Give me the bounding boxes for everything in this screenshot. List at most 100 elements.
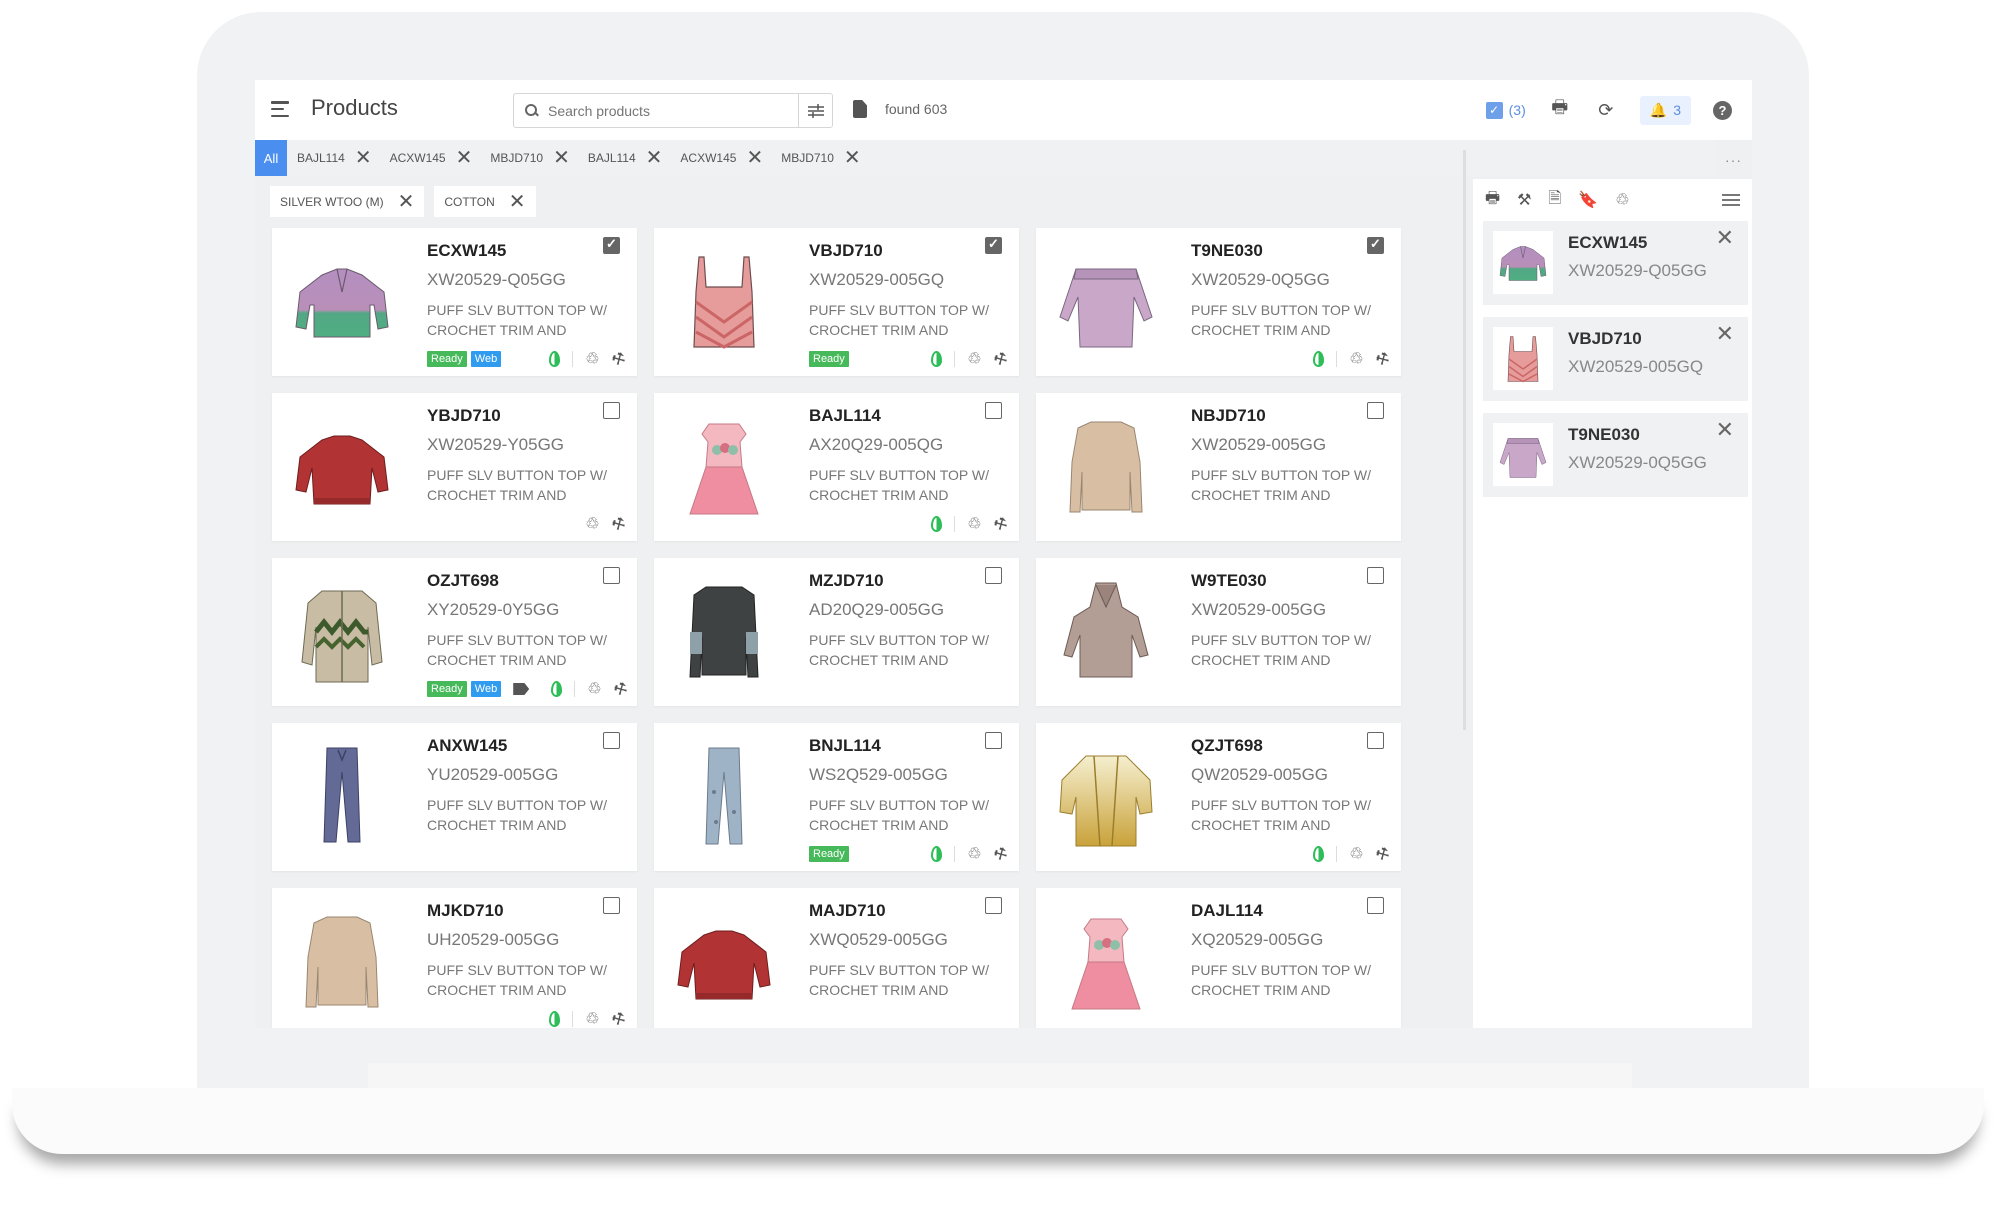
filter-tab[interactable]: ACXW145 ✕: [390, 148, 473, 168]
search-input[interactable]: [548, 102, 788, 119]
sustainable-leaf-icon[interactable]: [1313, 351, 1325, 367]
product-card[interactable]: OZJT698 XY20529-0Y5GG PUFF SLV BUTTON TO…: [272, 558, 637, 706]
product-card[interactable]: T9NE030 XW20529-0Q5GG PUFF SLV BUTTON TO…: [1036, 228, 1401, 376]
filter-chip[interactable]: COTTON ✕: [434, 186, 536, 217]
product-card[interactable]: BNJL114 WS2Q529-005GG PUFF SLV BUTTON TO…: [654, 723, 1019, 871]
filter-tab[interactable]: MBJD710 ✕: [781, 148, 860, 168]
product-image-hoodie-taupe[interactable]: [1046, 568, 1166, 696]
product-card[interactable]: NBJD710 XW20529-005GG PUFF SLV BUTTON TO…: [1036, 393, 1401, 541]
close-icon[interactable]: ✕: [844, 148, 861, 168]
select-checkbox[interactable]: [985, 567, 1002, 584]
product-image-pants-navy[interactable]: [282, 733, 402, 861]
help-icon[interactable]: ?: [1713, 100, 1732, 120]
product-card[interactable]: W9TE030 XW20529-005GG PUFF SLV BUTTON TO…: [1036, 558, 1401, 706]
remove-icon[interactable]: ✕: [1716, 321, 1734, 347]
selected-items-button[interactable]: ✓ (3): [1485, 101, 1526, 119]
remove-icon[interactable]: ✕: [1716, 225, 1734, 251]
product-image-sweater-red[interactable]: [664, 898, 784, 1026]
tab-all[interactable]: All: [255, 140, 287, 176]
product-image-sweater-red[interactable]: [282, 403, 402, 531]
product-image-sweater-beige[interactable]: [1046, 403, 1166, 531]
refresh-icon[interactable]: ⟳: [1594, 100, 1618, 121]
recycle-icon[interactable]: ♲: [1615, 190, 1629, 210]
gavel-icon[interactable]: ⚒: [1517, 190, 1531, 210]
select-checkbox[interactable]: [985, 897, 1002, 914]
select-checkbox[interactable]: [1367, 402, 1384, 419]
recycle-icon[interactable]: ♲: [585, 1009, 599, 1028]
gavel-icon[interactable]: ⚒: [990, 348, 1010, 370]
product-image-dress-pink[interactable]: [1046, 898, 1166, 1026]
sustainable-leaf-icon[interactable]: [931, 846, 943, 862]
sustainable-leaf-icon[interactable]: [549, 351, 561, 367]
filter-tab[interactable]: BAJL114 ✕: [588, 148, 663, 168]
scrollbar[interactable]: [1463, 150, 1466, 730]
selected-product-item[interactable]: ECXW145 XW20529-Q05GG ✕: [1483, 221, 1748, 305]
product-image-sweater-beige[interactable]: [282, 898, 402, 1026]
remove-icon[interactable]: ✕: [1716, 417, 1734, 443]
gavel-icon[interactable]: ⚒: [610, 678, 630, 700]
recycle-icon[interactable]: ♲: [587, 679, 601, 699]
product-image-dress-pink[interactable]: [664, 403, 784, 531]
gavel-icon[interactable]: ⚒: [608, 1008, 628, 1028]
selected-product-item[interactable]: T9NE030 XW20529-0Q5GG ✕: [1483, 413, 1748, 497]
select-checkbox[interactable]: [603, 897, 620, 914]
gavel-icon[interactable]: ⚒: [1372, 843, 1392, 865]
select-checkbox[interactable]: [603, 567, 620, 584]
product-image-tank-top-pink[interactable]: [664, 238, 784, 366]
sustainable-leaf-icon[interactable]: [549, 1011, 561, 1027]
export-document-icon[interactable]: [853, 100, 867, 118]
recycle-icon[interactable]: ♲: [967, 844, 981, 864]
sustainable-leaf-icon[interactable]: [931, 351, 943, 367]
product-image-cardigan-pattern[interactable]: [282, 568, 402, 696]
close-icon[interactable]: ✕: [456, 148, 473, 168]
filter-settings-button[interactable]: [798, 94, 832, 127]
product-image-sweater-charcoal[interactable]: [664, 568, 784, 696]
product-card[interactable]: VBJD710 XW20529-005GQ PUFF SLV BUTTON TO…: [654, 228, 1019, 376]
filter-tab[interactable]: BAJL114 ✕: [297, 148, 372, 168]
product-card[interactable]: MZJD710 AD20Q29-005GG PUFF SLV BUTTON TO…: [654, 558, 1019, 706]
gavel-icon[interactable]: ⚒: [608, 513, 628, 535]
product-card[interactable]: ECXW145 XW20529-Q05GG PUFF SLV BUTTON TO…: [272, 228, 637, 376]
more-options-icon[interactable]: ···: [1725, 152, 1742, 168]
recycle-icon[interactable]: ♲: [1349, 844, 1363, 864]
select-checkbox[interactable]: [1367, 897, 1384, 914]
close-icon[interactable]: ✕: [398, 192, 415, 212]
close-icon[interactable]: ✕: [509, 192, 526, 212]
recycle-icon[interactable]: ♲: [967, 514, 981, 534]
product-image-offshoulder-lilac[interactable]: [1046, 238, 1166, 366]
gavel-icon[interactable]: ⚒: [608, 348, 628, 370]
product-card[interactable]: DAJL114 XQ20529-005GG PUFF SLV BUTTON TO…: [1036, 888, 1401, 1028]
gavel-icon[interactable]: ⚒: [990, 513, 1010, 535]
filter-tab[interactable]: ACXW145 ✕: [680, 148, 763, 168]
product-image-pants-lightblue[interactable]: [664, 733, 784, 861]
print-icon[interactable]: 🖶: [1485, 187, 1500, 214]
gavel-icon[interactable]: ⚒: [990, 843, 1010, 865]
select-checkbox[interactable]: [603, 236, 620, 254]
product-image-kimono-yellow[interactable]: [1046, 733, 1166, 861]
gavel-icon[interactable]: ⚒: [1372, 348, 1392, 370]
select-checkbox[interactable]: [985, 236, 1002, 254]
sustainable-leaf-icon[interactable]: [551, 681, 563, 697]
print-icon[interactable]: 🖶: [1548, 95, 1572, 125]
notifications-button[interactable]: 🔔 3: [1639, 95, 1691, 125]
close-icon[interactable]: ✕: [553, 148, 570, 168]
filter-tab[interactable]: MBJD710 ✕: [490, 148, 569, 168]
product-card[interactable]: MAJD710 XWQ0529-005GG PUFF SLV BUTTON TO…: [654, 888, 1019, 1028]
panel-menu-icon[interactable]: [1722, 194, 1740, 206]
select-checkbox[interactable]: [985, 402, 1002, 419]
select-checkbox[interactable]: [603, 402, 620, 419]
document-icon[interactable]: 🗎: [1548, 187, 1561, 214]
recycle-icon[interactable]: ♲: [585, 349, 599, 369]
close-icon[interactable]: ✕: [646, 148, 663, 168]
bookmark-icon[interactable]: 🔖: [1578, 190, 1598, 210]
product-image-sweater-purple-green[interactable]: [282, 238, 402, 366]
select-checkbox[interactable]: [985, 732, 1002, 749]
sustainable-leaf-icon[interactable]: [931, 516, 943, 532]
product-card[interactable]: ANXW145 YU20529-005GG PUFF SLV BUTTON TO…: [272, 723, 637, 871]
recycle-icon[interactable]: ♲: [585, 514, 599, 534]
filter-chip[interactable]: SILVER WTOO (M) ✕: [270, 186, 425, 217]
select-checkbox[interactable]: [1367, 567, 1384, 584]
menu-icon[interactable]: [271, 101, 289, 117]
product-card[interactable]: MJKD710 UH20529-005GG PUFF SLV BUTTON TO…: [272, 888, 637, 1028]
select-checkbox[interactable]: [1367, 732, 1384, 749]
